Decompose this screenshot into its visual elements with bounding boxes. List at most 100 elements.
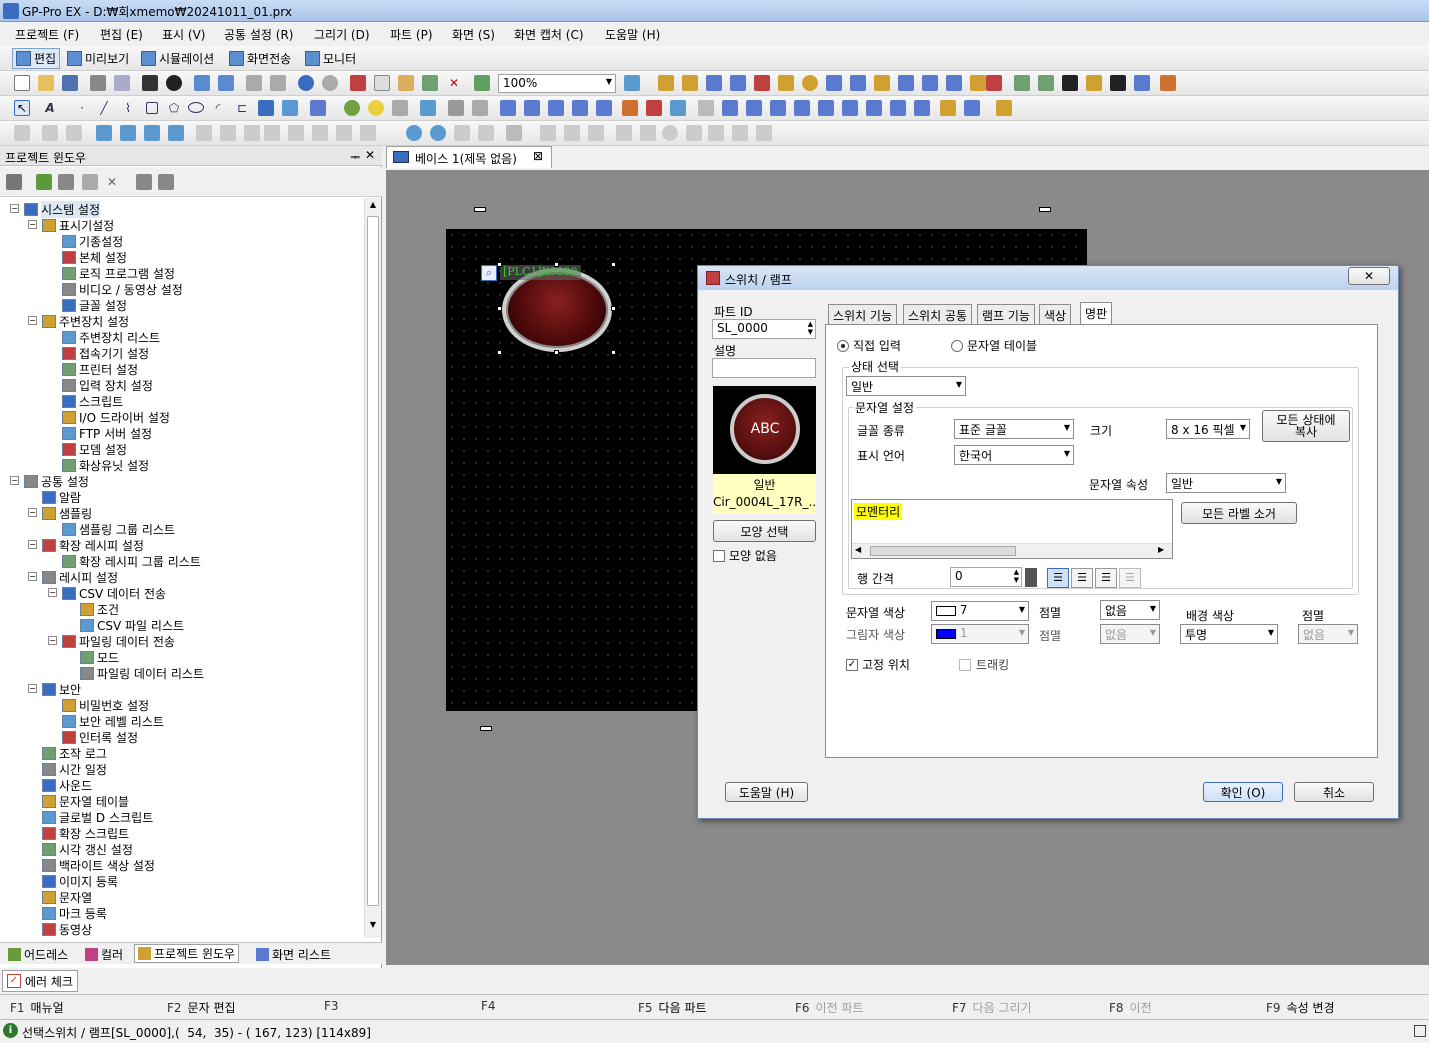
selection-handle[interactable] bbox=[611, 306, 616, 311]
fkey-f8[interactable]: F8 이전 bbox=[1109, 999, 1152, 1016]
line-spacing-input[interactable]: 0 ▲ ▼ bbox=[950, 567, 1022, 587]
tree-expand-toggle[interactable]: − bbox=[28, 316, 37, 325]
warning-icon[interactable] bbox=[802, 75, 818, 91]
polygon-icon[interactable]: ⬠ bbox=[166, 100, 182, 116]
align-left-button[interactable]: ☰ bbox=[1047, 568, 1069, 588]
ladder7-icon[interactable] bbox=[756, 125, 772, 141]
menu-screen[interactable]: 화면 (S) bbox=[452, 26, 495, 43]
movie-icon[interactable] bbox=[1086, 75, 1102, 91]
ellipse-icon[interactable] bbox=[188, 102, 204, 113]
status-toggle-icon[interactable] bbox=[1414, 1025, 1426, 1037]
key-icon[interactable] bbox=[778, 75, 794, 91]
tree-item[interactable]: 확장 레시피 설정 bbox=[42, 537, 144, 553]
folder-icon[interactable] bbox=[6, 174, 22, 190]
tree-item[interactable]: 확장 스크립트 bbox=[42, 825, 129, 841]
coil-icon[interactable] bbox=[662, 125, 678, 141]
transfer-tool-icon[interactable] bbox=[142, 75, 158, 91]
text-color-dropdown[interactable]: 7 bbox=[931, 601, 1029, 621]
tree-item[interactable]: 백라이트 색상 설정 bbox=[42, 857, 155, 873]
keypad-icon[interactable] bbox=[698, 100, 714, 116]
cancel-button[interactable]: 취소 bbox=[1294, 782, 1374, 802]
fkey-f9[interactable]: F9 속성 변경 bbox=[1266, 999, 1335, 1016]
blink2-dropdown[interactable]: 없음 bbox=[1100, 624, 1160, 644]
tree-item[interactable]: 레시피 설정 bbox=[42, 569, 118, 585]
monitor-part-icon[interactable] bbox=[794, 100, 810, 116]
tree-item[interactable]: 샘플링 bbox=[42, 505, 92, 521]
selection-handle[interactable] bbox=[497, 306, 502, 311]
panel-part-icon[interactable] bbox=[770, 100, 786, 116]
tree-item[interactable]: 보안 bbox=[42, 681, 81, 697]
rectangle-icon[interactable] bbox=[146, 102, 158, 114]
new-item-icon[interactable] bbox=[58, 174, 74, 190]
file-part-icon[interactable] bbox=[890, 100, 906, 116]
recipe-icon[interactable] bbox=[826, 75, 842, 91]
label-text-area[interactable]: 모멘터리 ◀ ▶ bbox=[851, 499, 1173, 559]
undo-icon[interactable] bbox=[298, 75, 314, 91]
tree-item[interactable]: 시스템 설정 bbox=[24, 200, 101, 218]
xy-chart-icon[interactable] bbox=[548, 100, 564, 116]
hand-icon[interactable] bbox=[940, 100, 956, 116]
tree-item[interactable]: 주변장치 리스트 bbox=[62, 329, 160, 345]
fkey-f2[interactable]: F2 문자 편집 bbox=[167, 999, 236, 1016]
ladder-icon[interactable] bbox=[540, 125, 556, 141]
zoom-select[interactable]: 100% ▼ bbox=[498, 74, 616, 93]
data-part-icon[interactable] bbox=[914, 100, 930, 116]
part-id-input[interactable]: SL_0000 ▲ ▼ bbox=[712, 319, 816, 339]
script-icon[interactable] bbox=[922, 75, 938, 91]
polyline-icon[interactable]: ⌇ bbox=[120, 100, 136, 116]
screen-resize-handle[interactable] bbox=[1039, 207, 1051, 212]
cylinder-icon[interactable] bbox=[344, 100, 360, 116]
clear-all-labels-button[interactable]: 모든 라벨 소거 bbox=[1181, 502, 1297, 524]
tree-expand-toggle[interactable]: − bbox=[48, 636, 57, 645]
size-icon[interactable] bbox=[506, 125, 522, 141]
alarm-part-icon[interactable] bbox=[622, 100, 638, 116]
screen-resize-handle[interactable] bbox=[474, 207, 486, 212]
new-icon[interactable] bbox=[14, 75, 30, 91]
print-preview-icon[interactable] bbox=[114, 75, 130, 91]
contact-icon[interactable] bbox=[616, 125, 632, 141]
dialog-close-button[interactable]: ✕ bbox=[1348, 267, 1390, 285]
tree-item[interactable]: 시각 갱신 설정 bbox=[42, 841, 133, 857]
lamp-parts-icon[interactable] bbox=[682, 75, 698, 91]
spin-icon[interactable]: ▲ ▼ bbox=[808, 320, 813, 336]
print-icon[interactable] bbox=[90, 75, 106, 91]
selection-handle[interactable] bbox=[497, 350, 502, 355]
align-justify-button[interactable]: ☰ bbox=[1119, 568, 1141, 588]
tree-scrollbar[interactable]: ▲ ▼ bbox=[364, 198, 381, 938]
image-part-icon[interactable] bbox=[866, 100, 882, 116]
dot-icon[interactable]: · bbox=[74, 100, 90, 116]
time-icon[interactable] bbox=[970, 75, 986, 91]
dial-icon[interactable] bbox=[964, 100, 980, 116]
duplicate-icon[interactable] bbox=[422, 75, 438, 91]
selection-handle[interactable] bbox=[497, 262, 502, 267]
table-icon[interactable] bbox=[310, 100, 326, 116]
tree-item[interactable]: 시간 일정 bbox=[42, 761, 107, 777]
tree-item[interactable]: 샘플링 그룹 리스트 bbox=[62, 521, 175, 537]
blink3-dropdown[interactable]: 없음 bbox=[1298, 624, 1358, 644]
text-icon[interactable] bbox=[1038, 75, 1054, 91]
tree-item[interactable]: 확장 레시피 그룹 리스트 bbox=[62, 553, 201, 569]
backward-icon[interactable] bbox=[144, 125, 160, 141]
arc-icon[interactable]: ◜ bbox=[210, 100, 226, 116]
tree-item[interactable]: 조건 bbox=[80, 601, 119, 617]
tree-item[interactable]: FTP 서버 설정 bbox=[62, 425, 152, 441]
tree-item[interactable]: 입력 장치 설정 bbox=[62, 377, 153, 393]
tree-item[interactable]: 파일링 데이터 리스트 bbox=[80, 665, 204, 681]
backlight-icon[interactable] bbox=[986, 75, 1002, 91]
line-icon[interactable]: ╱ bbox=[96, 100, 112, 116]
selection-handle[interactable] bbox=[611, 262, 616, 267]
ok-button[interactable]: 확인 (O) bbox=[1203, 782, 1283, 802]
edit-item-icon[interactable] bbox=[36, 174, 52, 190]
blink-dropdown[interactable]: 없음 bbox=[1100, 600, 1160, 620]
align-right-icon[interactable] bbox=[244, 125, 260, 141]
align-center-icon[interactable] bbox=[220, 125, 236, 141]
tree-item[interactable]: 로직 프로그램 설정 bbox=[62, 265, 175, 281]
list-view-icon[interactable] bbox=[158, 174, 174, 190]
menu-screen-capture[interactable]: 화면 캡처 (C) bbox=[514, 26, 584, 43]
flip-h-icon[interactable] bbox=[454, 125, 470, 141]
disabled-icon[interactable] bbox=[246, 75, 262, 91]
front-icon[interactable] bbox=[96, 125, 112, 141]
scroll-right-icon[interactable]: ▶ bbox=[1158, 545, 1164, 554]
properties-icon[interactable] bbox=[136, 174, 152, 190]
fkey-f3[interactable]: F3 bbox=[324, 999, 345, 1013]
